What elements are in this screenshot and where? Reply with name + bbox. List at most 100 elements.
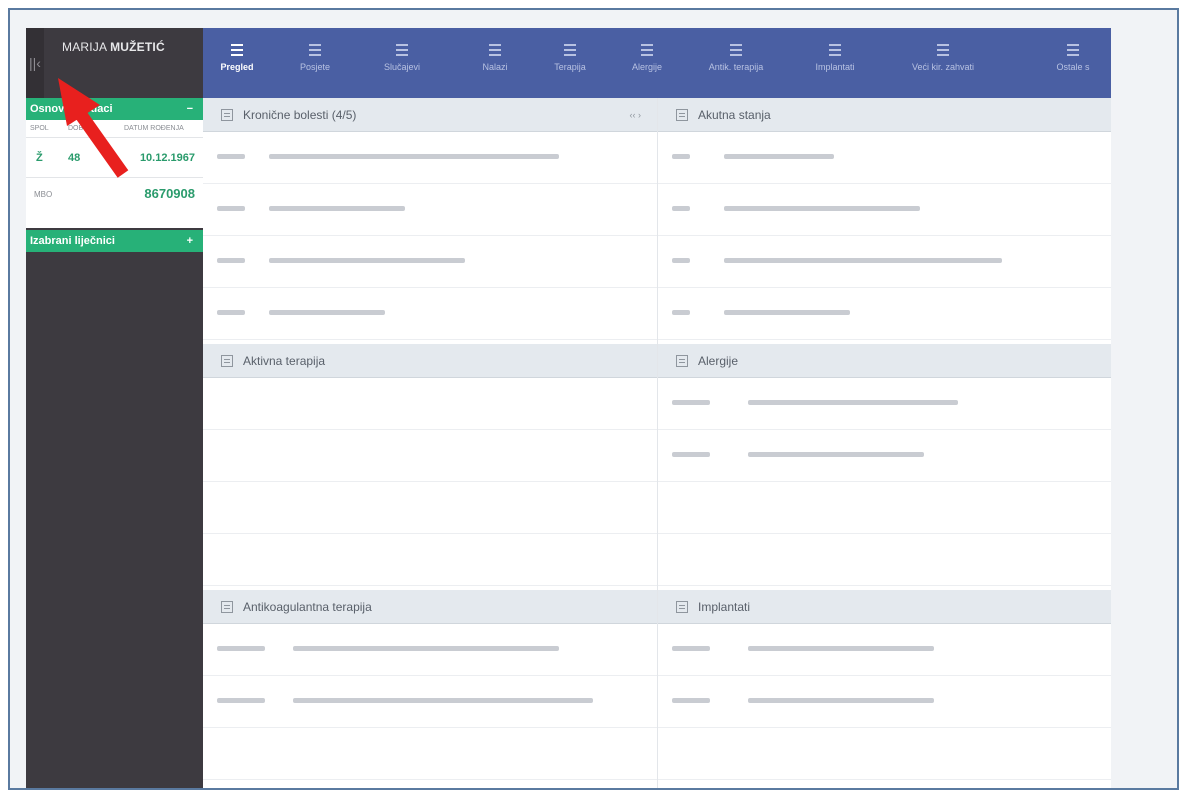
pagination-control[interactable]: ‹‹ › xyxy=(630,110,642,120)
mbo-row: MBO 8670908 xyxy=(26,178,203,210)
tab-ostale[interactable]: Ostale s xyxy=(1033,28,1111,98)
list-item[interactable] xyxy=(203,676,657,728)
info-values-row: Ž 48 10.12.1967 xyxy=(26,138,203,178)
panel-header: Alergije xyxy=(658,344,1111,378)
list-icon xyxy=(641,44,653,56)
patient-sidebar: ||‹ MARIJA MUŽETIĆ Osnovni podaci − SPOL… xyxy=(26,28,203,788)
list-item xyxy=(658,534,1111,586)
tab-veci-kir-zahvati[interactable]: Veći kir. zahvati xyxy=(893,28,993,98)
collapse-toggle-icon[interactable]: − xyxy=(187,98,193,120)
tab-label: Posjete xyxy=(299,62,331,72)
expand-toggle-icon[interactable]: + xyxy=(187,230,193,252)
list-item xyxy=(203,728,657,780)
patient-first-name: MARIJA xyxy=(62,40,107,54)
list-icon xyxy=(730,44,742,56)
list-item[interactable] xyxy=(658,378,1111,430)
top-navigation-bar: Pregled Posjete Slučajevi Nalazi Terapij… xyxy=(203,28,1111,98)
list-item[interactable] xyxy=(203,184,657,236)
panel-icon xyxy=(676,601,688,613)
tab-label: Alergije xyxy=(631,62,662,72)
list-item[interactable] xyxy=(658,624,1111,676)
app-window: ||‹ MARIJA MUŽETIĆ Osnovni podaci − SPOL… xyxy=(26,28,1171,788)
tab-alergije[interactable]: Alergije xyxy=(617,28,677,98)
active-therapy-panel: Aktivna terapija xyxy=(203,344,657,590)
patient-last-name: MUŽETIĆ xyxy=(110,40,165,54)
age-header: DOB xyxy=(68,125,84,132)
tab-pregled[interactable]: Pregled xyxy=(207,28,267,98)
panel-header: Antikoagulantna terapija xyxy=(203,590,657,624)
panel-icon xyxy=(676,355,688,367)
dob-value: 10.12.1967 xyxy=(139,152,195,164)
basic-info-label: Osnovni podaci xyxy=(30,103,113,115)
patient-name: MARIJA MUŽETIĆ xyxy=(62,40,165,54)
tab-implantati[interactable]: Implantati xyxy=(797,28,873,98)
list-icon xyxy=(489,44,501,56)
panel-header: Kronične bolesti (4/5) ‹‹ › xyxy=(203,98,657,132)
patient-header: ||‹ MARIJA MUŽETIĆ xyxy=(26,28,203,98)
list-icon xyxy=(937,44,949,56)
list-item[interactable] xyxy=(658,132,1111,184)
list-item[interactable] xyxy=(658,676,1111,728)
panel-header: Aktivna terapija xyxy=(203,344,657,378)
panel-title: Implantati xyxy=(698,600,751,614)
list-item xyxy=(203,430,657,482)
list-item xyxy=(658,482,1111,534)
mbo-label: MBO xyxy=(34,190,53,199)
tab-label: Veći kir. zahvati xyxy=(911,62,975,72)
list-icon xyxy=(1067,44,1079,56)
selected-doctors-label: Izabrani liječnici xyxy=(30,235,115,247)
list-item xyxy=(658,728,1111,780)
panel-title: Antikoagulantna terapija xyxy=(243,600,372,614)
panel-icon xyxy=(221,109,233,121)
page-background-edge xyxy=(1111,28,1171,788)
list-item xyxy=(203,482,657,534)
list-item[interactable] xyxy=(658,288,1111,340)
panel-header: Akutna stanja xyxy=(658,98,1111,132)
panel-title: Aktivna terapija xyxy=(243,354,326,368)
panel-header: Implantati xyxy=(658,590,1111,624)
list-item xyxy=(203,534,657,586)
tab-terapija[interactable]: Terapija xyxy=(539,28,601,98)
tab-label: Pregled xyxy=(220,62,254,72)
tab-posjete[interactable]: Posjete xyxy=(285,28,345,98)
tab-nalazi[interactable]: Nalazi xyxy=(465,28,525,98)
tab-slucajevi[interactable]: Slučajevi xyxy=(367,28,437,98)
list-icon xyxy=(829,44,841,56)
panel-title: Alergije xyxy=(698,354,739,368)
allergies-panel: Alergije xyxy=(658,344,1111,590)
chronic-diseases-panel: Kronične bolesti (4/5) ‹‹ › xyxy=(203,98,657,344)
tab-label: Nalazi xyxy=(482,62,508,72)
list-icon xyxy=(564,44,576,56)
panel-title: Kronične bolesti (4/5) xyxy=(243,108,357,122)
panel-icon xyxy=(676,109,688,121)
tab-label: Slučajevi xyxy=(383,62,421,72)
tab-label: Implantati xyxy=(815,62,855,72)
list-item[interactable] xyxy=(658,236,1111,288)
list-item[interactable] xyxy=(203,624,657,676)
mbo-value: 8670908 xyxy=(144,186,195,201)
panel-icon xyxy=(221,601,233,613)
list-icon xyxy=(396,44,408,56)
tab-antik-terapija[interactable]: Antik. terapija xyxy=(691,28,781,98)
implants-panel: Implantati xyxy=(658,590,1111,788)
selected-doctors-section-header[interactable]: Izabrani liječnici + xyxy=(26,230,203,252)
list-item[interactable] xyxy=(203,132,657,184)
list-item[interactable] xyxy=(203,236,657,288)
anticoagulant-therapy-panel: Antikoagulantna terapija xyxy=(203,590,657,788)
sidebar-collapse-handle[interactable]: ||‹ xyxy=(26,28,44,98)
list-icon xyxy=(231,44,243,56)
acute-conditions-panel: Akutna stanja xyxy=(658,98,1111,344)
dob-header: DATUM ROĐENJA xyxy=(124,125,184,132)
age-value: 48 xyxy=(68,152,81,164)
tab-label: Terapija xyxy=(554,62,586,72)
list-icon xyxy=(309,44,321,56)
list-item[interactable] xyxy=(658,184,1111,236)
screenshot-frame: ||‹ MARIJA MUŽETIĆ Osnovni podaci − SPOL… xyxy=(8,8,1179,790)
panel-icon xyxy=(221,355,233,367)
list-item[interactable] xyxy=(203,288,657,340)
basic-info-section-header[interactable]: Osnovni podaci − xyxy=(26,98,203,120)
basic-info-table: SPOL DOB DATUM ROĐENJA Ž 48 10.12.1967 M… xyxy=(26,120,203,228)
panel-title: Akutna stanja xyxy=(698,108,771,122)
list-item[interactable] xyxy=(658,430,1111,482)
list-item xyxy=(203,378,657,430)
